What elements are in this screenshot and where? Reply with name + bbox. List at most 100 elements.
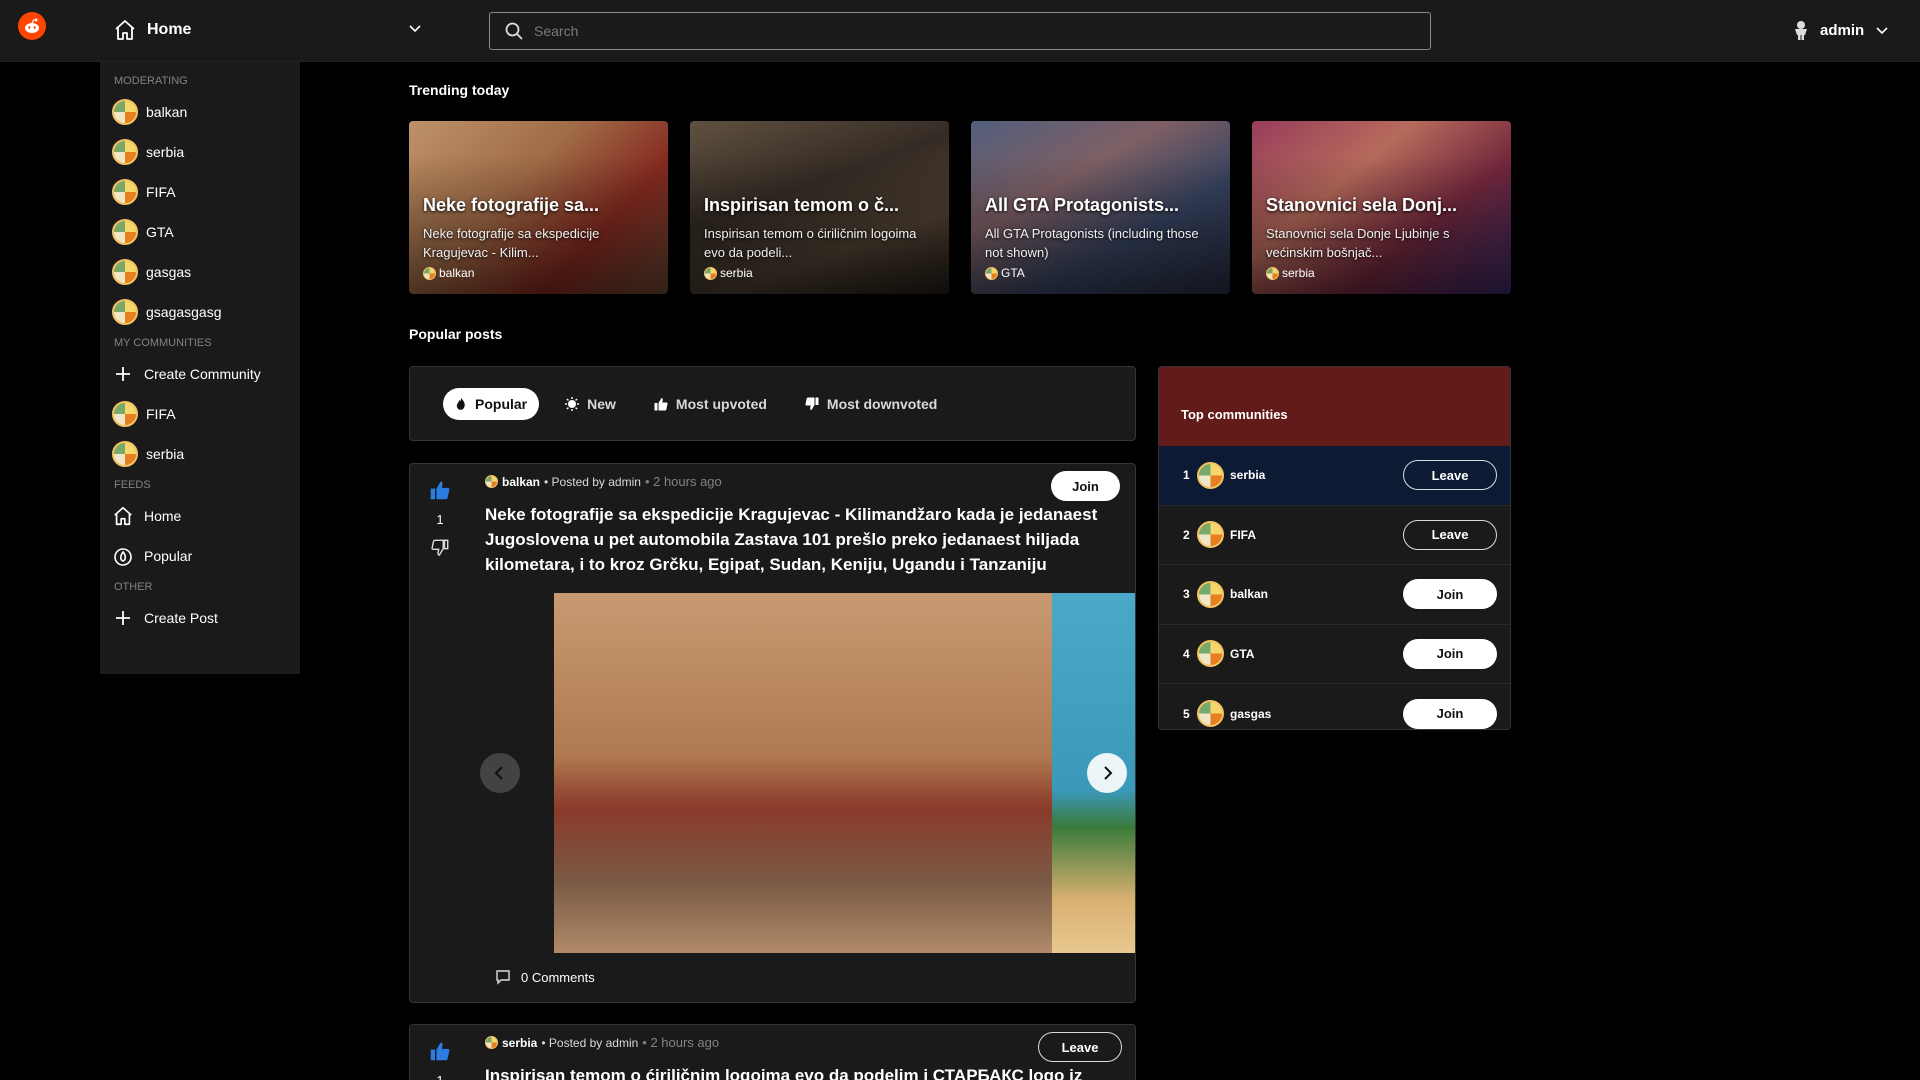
sidebar-item-create-community[interactable]: Create Community (100, 354, 300, 394)
trending-card-title: Inspirisan temom o č... (704, 195, 900, 215)
community-row[interactable]: 2 FIFA Leave (1159, 506, 1510, 565)
home-icon (115, 20, 135, 40)
join-button[interactable]: Join (1051, 471, 1120, 501)
leave-button[interactable]: Leave (1403, 519, 1497, 550)
community-row[interactable]: 1 serbia Leave (1159, 446, 1510, 506)
trending-card-title: Neke fotografije sa... (423, 195, 600, 215)
post-card[interactable]: 1 balkan • Posted by admin • 2 hours ago… (409, 463, 1136, 1003)
post-community[interactable]: balkan (502, 475, 540, 489)
feed-selector[interactable]: Home (113, 15, 423, 45)
leave-button[interactable]: Leave (1403, 460, 1497, 491)
vote-count: 1 (436, 1073, 443, 1080)
vote-count: 1 (436, 512, 444, 527)
community-avatar (1197, 580, 1224, 608)
sidebar-item-gsagasgasg[interactable]: gsagasgasg (100, 292, 300, 332)
community-avatar (485, 1036, 498, 1049)
community-avatar (112, 259, 138, 285)
community-row[interactable]: 5 gasgas Join (1159, 684, 1510, 729)
trending-card-title: All GTA Protagonists... (985, 195, 1180, 215)
sidebar-item-gasgas[interactable]: gasgas (100, 252, 300, 292)
top-communities-header: Top communities (1159, 367, 1510, 446)
post-time: • 2 hours ago (644, 474, 722, 489)
post-title[interactable]: Inspirisan temom o ćiriličnim logoima ev… (485, 1063, 1105, 1080)
sidebar-item-fifa[interactable]: FIFA (100, 172, 300, 212)
sidebar-item-fifa[interactable]: FIFA (100, 394, 300, 434)
vote-box: 1 (427, 1041, 453, 1080)
popular-posts-title: Popular posts (409, 326, 503, 342)
trending-card[interactable]: Neke fotografije sa... Neke fotografije … (409, 121, 668, 294)
community-avatar (112, 179, 138, 205)
sidebar-item-create-post[interactable]: Create Post (100, 598, 300, 638)
post-author: • Posted by admin (541, 1035, 639, 1050)
community-avatar (112, 441, 138, 467)
community-row[interactable]: 4 GTA Join (1159, 625, 1510, 684)
tab-popular[interactable]: Popular (443, 387, 540, 420)
top-communities-title: Top communities (1181, 407, 1288, 422)
join-button[interactable]: Join (1403, 579, 1497, 610)
sidebar-item-label: GTA (146, 224, 174, 240)
community-avatar (1197, 461, 1224, 489)
sidebar-item-gta[interactable]: GTA (100, 212, 300, 252)
search-icon (505, 22, 523, 40)
tab-most-downvoted[interactable]: Most downvoted (793, 388, 949, 420)
community-rank: 1 (1183, 468, 1190, 483)
carousel-next-button[interactable] (1087, 753, 1127, 793)
sidebar-section-other: OTHER (114, 581, 153, 593)
community-row[interactable]: 3 balkan Join (1159, 565, 1510, 625)
tab-most-upvoted[interactable]: Most upvoted (642, 388, 779, 420)
trending-card-community: serbia (1282, 266, 1315, 280)
post-image-carousel (554, 593, 1135, 953)
leave-button[interactable]: Leave (1038, 1032, 1122, 1062)
sidebar-item-home[interactable]: Home (100, 496, 300, 536)
sidebar-item-serbia[interactable]: serbia (100, 434, 300, 474)
search-bar[interactable] (489, 12, 1431, 50)
join-button[interactable]: Join (1403, 638, 1497, 669)
trending-card[interactable]: All GTA Protagonists... All GTA Protagon… (971, 121, 1230, 294)
username: admin (1820, 21, 1865, 39)
trending-card[interactable]: Inspirisan temom o č... Inspirisan temom… (690, 121, 949, 294)
community-avatar (985, 266, 998, 280)
trending-card-title: Stanovnici sela Donj... (1266, 195, 1458, 215)
comments-count: 0 Comments (521, 969, 595, 985)
community-avatar (423, 266, 436, 280)
user-menu[interactable]: admin (1792, 18, 1890, 42)
community-rank: 4 (1183, 646, 1190, 661)
trending-card-desc: Inspirisan temom o ćiriličnim logoima ev… (704, 226, 917, 260)
trending-card[interactable]: Stanovnici sela Donj... Stanovnici sela … (1252, 121, 1511, 294)
tab-new[interactable]: New (553, 388, 628, 420)
comments-button[interactable]: 0 Comments (495, 969, 595, 985)
trending-card-community: serbia (720, 266, 753, 280)
post-meta: serbia • Posted by admin • 2 hours ago (485, 1035, 719, 1050)
thumbs-down-icon (805, 397, 819, 410)
community-avatar (112, 219, 138, 245)
plus-icon (112, 365, 134, 383)
post-card[interactable]: 1 serbia • Posted by admin • 2 hours ago… (409, 1024, 1136, 1080)
sidebar-item-label: serbia (146, 144, 185, 160)
community-name: FIFA (1230, 527, 1256, 542)
reddit-logo-icon[interactable] (18, 12, 46, 40)
post-image (554, 593, 1052, 953)
carousel-prev-button[interactable] (480, 753, 520, 793)
community-name: balkan (1230, 587, 1269, 602)
chevron-down-icon (1876, 27, 1888, 35)
sidebar-item-balkan[interactable]: balkan (100, 92, 300, 132)
post-community[interactable]: serbia (502, 1036, 537, 1050)
join-button[interactable]: Join (1403, 698, 1497, 729)
upvote-thumbs-up-icon[interactable] (430, 480, 450, 500)
community-avatar (112, 299, 138, 325)
search-input[interactable] (534, 23, 1394, 39)
sidebar-item-serbia[interactable]: serbia (100, 132, 300, 172)
sidebar-item-label: FIFA (146, 184, 176, 200)
sidebar-item-popular[interactable]: Popular (100, 536, 300, 576)
sidebar-item-label: balkan (146, 104, 188, 120)
post-title[interactable]: Neke fotografije sa ekspedicije Kragujev… (485, 502, 1105, 577)
tab-label: Popular (475, 395, 528, 412)
trending-card-community: GTA (1001, 266, 1025, 280)
tab-label: Most upvoted (675, 395, 767, 412)
post-meta: balkan • Posted by admin • 2 hours ago (485, 474, 722, 489)
downvote-thumbs-down-icon[interactable] (431, 539, 449, 557)
community-avatar (1266, 266, 1279, 280)
sidebar-item-label: Create Community (144, 366, 261, 382)
upvote-thumbs-up-icon[interactable] (430, 1041, 450, 1061)
home-icon (112, 505, 134, 527)
